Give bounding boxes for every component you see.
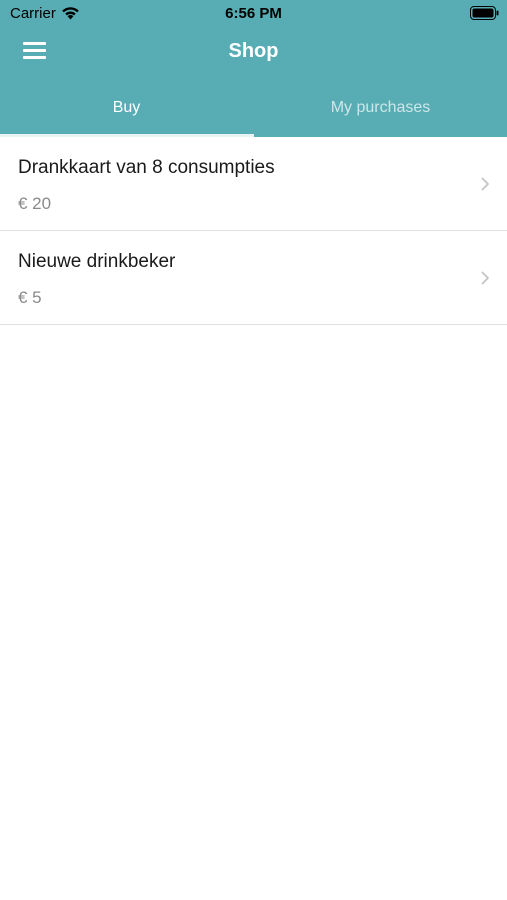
header-bar: Carrier 6:56 PM Shop Buy My purchases xyxy=(0,0,507,137)
battery-icon xyxy=(470,6,499,20)
status-time: 6:56 PM xyxy=(225,5,282,22)
product-price: € 5 xyxy=(18,288,42,307)
list-item[interactable]: Nieuwe drinkbeker € 5 xyxy=(0,231,507,325)
product-name: Drankkaart van 8 consumpties xyxy=(18,157,275,178)
tab-buy[interactable]: Buy xyxy=(0,90,253,137)
page-title: Shop xyxy=(228,40,279,62)
product-list: Drankkaart van 8 consumpties € 20 Nieuwe… xyxy=(0,137,507,325)
tab-my-purchases[interactable]: My purchases xyxy=(254,90,507,137)
status-bar: Carrier 6:56 PM xyxy=(0,0,507,28)
tab-bar: Buy My purchases xyxy=(0,90,507,137)
list-item[interactable]: Drankkaart van 8 consumpties € 20 xyxy=(0,137,507,231)
product-price: € 20 xyxy=(18,194,52,213)
chevron-right-icon xyxy=(481,271,489,285)
chevron-right-icon xyxy=(481,177,489,191)
product-name: Nieuwe drinkbeker xyxy=(18,251,176,272)
